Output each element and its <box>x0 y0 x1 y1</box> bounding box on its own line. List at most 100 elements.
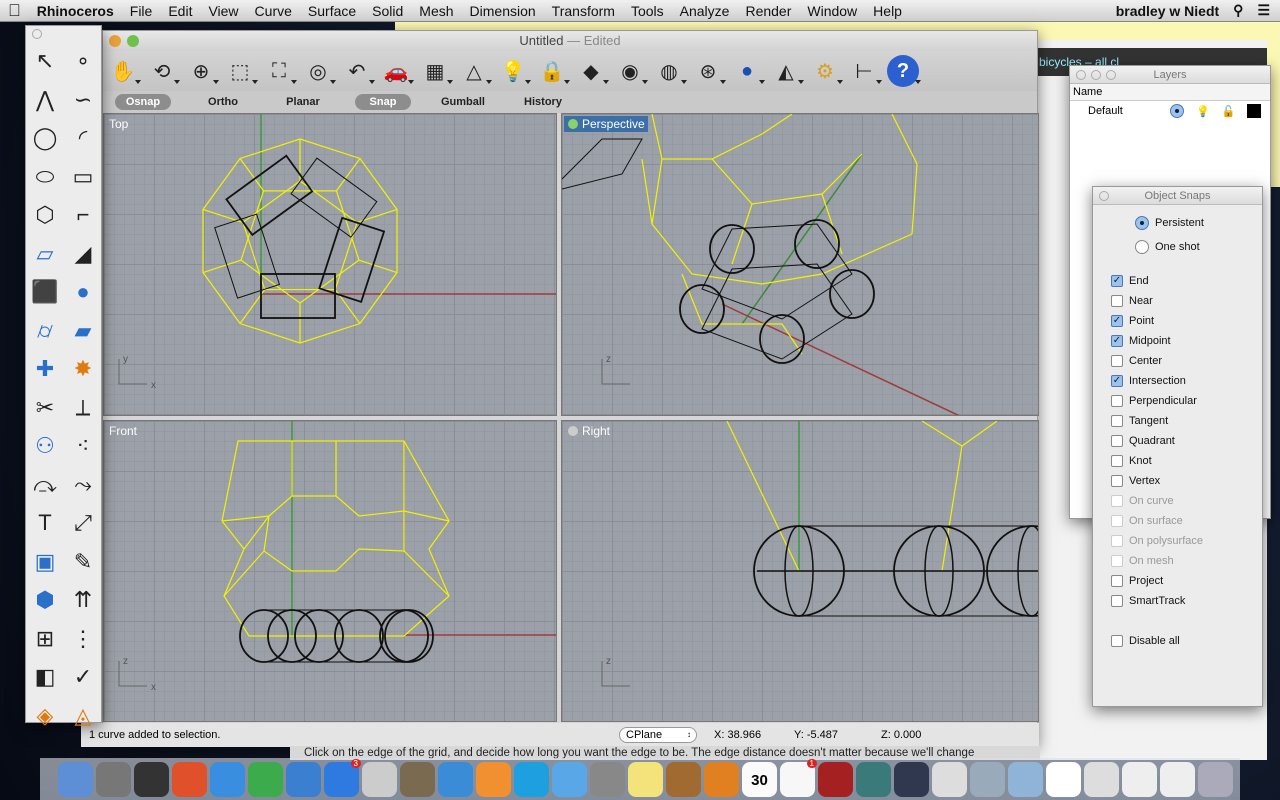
dock-photo-booth[interactable] <box>818 761 853 797</box>
dock-stack-2[interactable] <box>1122 761 1157 797</box>
osnap-smarttrack[interactable]: SmartTrack <box>1093 591 1262 611</box>
dock-iphoto-2[interactable] <box>970 761 1005 797</box>
window-controls[interactable] <box>1076 70 1116 80</box>
dock-reminders[interactable]: 1 <box>780 758 817 797</box>
check-icon[interactable]: ✓ <box>64 658 102 697</box>
menu-app[interactable]: Rhinoceros <box>29 3 122 19</box>
points-icon[interactable]: ⁖ <box>64 427 102 466</box>
menu-window[interactable]: Window <box>799 3 865 19</box>
dock-audacity[interactable] <box>704 761 739 797</box>
viewport-front[interactable]: Front z x <box>103 420 557 722</box>
dimension-tool-icon[interactable]: ◬ <box>64 697 102 736</box>
menu-tools[interactable]: Tools <box>623 3 672 19</box>
menu-solid[interactable]: Solid <box>364 3 411 19</box>
checkbox[interactable] <box>1111 455 1123 467</box>
dock-system-preferences[interactable] <box>590 761 625 797</box>
zoom-in-out-icon[interactable]: ⊕ <box>185 55 219 87</box>
menu-mesh[interactable]: Mesh <box>411 3 461 19</box>
surface-icon[interactable]: ▰ <box>64 312 102 351</box>
group-icon[interactable]: ▣ <box>26 543 64 582</box>
help-icon[interactable]: ? <box>887 55 921 87</box>
dock-word[interactable] <box>438 761 473 797</box>
minimize-button[interactable] <box>109 35 121 47</box>
mesh-icon[interactable]: ◈ <box>26 697 64 736</box>
dock-preview[interactable] <box>932 761 967 797</box>
viewport-label-top[interactable]: Top <box>106 116 131 132</box>
dock-iphoto[interactable] <box>666 761 701 797</box>
menu-view[interactable]: View <box>200 3 246 19</box>
dock-dashboard[interactable] <box>134 761 169 797</box>
spotlight-search-icon[interactable]: ⚲ <box>1233 2 1243 19</box>
dock-pages[interactable] <box>476 761 511 797</box>
dock-stickies[interactable] <box>628 761 663 797</box>
column-header-name[interactable]: Name <box>1070 84 1270 101</box>
color-wheel-icon[interactable]: ◉ <box>614 55 648 87</box>
mode-osnap-toggle[interactable]: Osnap <box>115 94 171 110</box>
close-button[interactable] <box>1099 191 1109 201</box>
checkbox[interactable]: ✓ <box>1111 375 1123 387</box>
osnap-midpoint[interactable]: ✓ Midpoint <box>1093 331 1262 351</box>
osnap-center[interactable]: Center <box>1093 351 1262 371</box>
boolean-icon[interactable]: ✚ <box>26 350 64 389</box>
menu-surface[interactable]: Surface <box>300 3 364 19</box>
dock-launchpad[interactable] <box>96 761 131 797</box>
checkbox[interactable] <box>1111 295 1123 307</box>
checkbox[interactable] <box>1111 475 1123 487</box>
user-name[interactable]: bradley w Niedt <box>1116 3 1219 19</box>
checkbox[interactable] <box>1111 635 1123 647</box>
gear-icon[interactable]: ⚙ <box>809 55 843 87</box>
osnap-point[interactable]: ✓ Point <box>1093 311 1262 331</box>
loft-icon[interactable]: ◢ <box>64 235 102 274</box>
viewport-perspective[interactable]: Perspective z <box>561 113 1039 416</box>
checkbox[interactable]: ✓ <box>1111 275 1123 287</box>
mode-ortho-toggle[interactable]: Ortho <box>183 94 263 110</box>
apple-icon[interactable]:  <box>0 1 29 21</box>
dock-skype[interactable] <box>514 761 549 797</box>
dock-folder[interactable] <box>1008 761 1043 797</box>
menu-transform[interactable]: Transform <box>544 3 623 19</box>
zoom-window-icon[interactable]: ⬚ <box>224 55 258 87</box>
osnap-project[interactable]: Project <box>1093 571 1262 591</box>
viewport-label-right[interactable]: Right <box>564 423 613 439</box>
osnap-mode-one-shot[interactable]: One shot <box>1117 235 1262 259</box>
menu-curve[interactable]: Curve <box>247 3 300 19</box>
osnap-near[interactable]: Near <box>1093 291 1262 311</box>
checkbox[interactable]: ✓ <box>1111 335 1123 347</box>
shaded-sphere-grid-icon[interactable]: ⊛ <box>692 55 726 87</box>
arc-icon[interactable]: ◜ <box>64 119 102 158</box>
dock-document[interactable] <box>1046 761 1081 797</box>
unlock-icon[interactable]: 🔓 <box>1222 105 1236 118</box>
split-icon[interactable]: ⟂ <box>64 389 102 428</box>
checkbox[interactable]: ✓ <box>1111 315 1123 327</box>
cplane-select[interactable]: CPlane ↕ <box>619 727 697 743</box>
rendered-sphere-icon[interactable]: ● <box>731 55 765 87</box>
current-layer-radio[interactable] <box>1170 104 1184 118</box>
dock-itunes[interactable] <box>210 761 245 797</box>
cylinder-icon[interactable]: ⌭ <box>26 312 64 351</box>
dock-chrome[interactable] <box>248 761 283 797</box>
dock-app-store[interactable]: 3 <box>324 758 361 797</box>
layer-color-swatch[interactable] <box>1247 104 1262 118</box>
notification-list-icon[interactable]: ☰ <box>1257 2 1270 19</box>
hand-pan-icon[interactable]: ✋ <box>107 55 141 87</box>
fillet-icon[interactable]: ⌐ <box>64 196 102 235</box>
dock-app-dark[interactable] <box>894 761 929 797</box>
checkbox[interactable] <box>1111 395 1123 407</box>
checkbox[interactable] <box>1111 595 1123 607</box>
lock-icon[interactable]: 🔒 <box>536 55 570 87</box>
checkbox[interactable] <box>1111 575 1123 587</box>
wireframe-sphere-icon[interactable]: ◍ <box>653 55 687 87</box>
blend-icon[interactable]: ⤳ <box>64 466 102 505</box>
drafting-icon[interactable]: ◭ <box>770 55 804 87</box>
align-icon[interactable]: ⋮ <box>64 620 102 659</box>
sphere-icon[interactable]: ● <box>64 273 102 312</box>
zoom-extents-icon[interactable]: ⛶ <box>263 55 297 87</box>
radio-button[interactable] <box>1135 216 1149 230</box>
mode-snap-toggle[interactable]: Snap <box>355 94 411 110</box>
dock-trash[interactable] <box>1198 761 1233 797</box>
object-properties-icon[interactable]: △ <box>458 55 492 87</box>
dock-downloads[interactable] <box>1084 761 1119 797</box>
mode-gumball-toggle[interactable]: Gumball <box>423 94 503 110</box>
dock-calendar[interactable]: 30 <box>742 761 777 797</box>
array-linear-icon[interactable]: ⇈ <box>64 581 102 620</box>
